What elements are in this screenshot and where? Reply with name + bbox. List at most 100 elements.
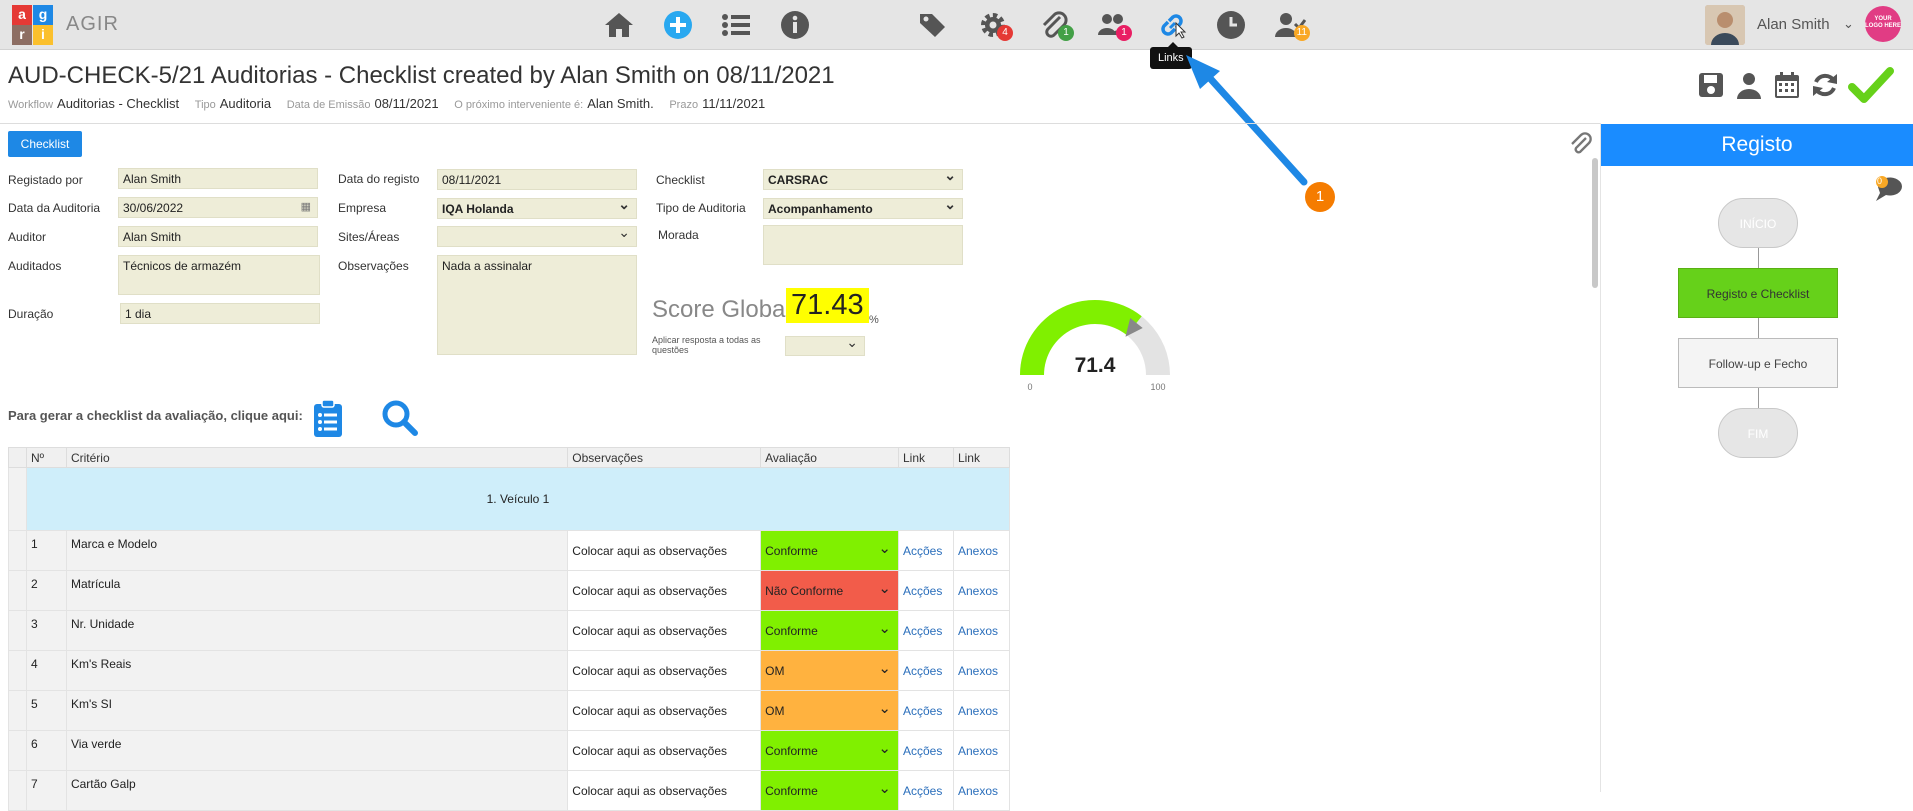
- row-number: 3: [25, 610, 67, 651]
- col-num: Nº: [25, 447, 67, 468]
- row-avaliacao-select[interactable]: OM: [760, 690, 899, 731]
- table-header-row: Nº Critério Observações Avaliação Link L…: [8, 447, 1011, 468]
- row-observacoes[interactable]: Colocar aqui as observações: [567, 570, 762, 611]
- workflow-node-registo[interactable]: Registo e Checklist: [1678, 268, 1838, 318]
- comments-count: 0: [1877, 176, 1883, 186]
- row-observacoes[interactable]: Colocar aqui as observações: [567, 610, 762, 651]
- row-link-anexos[interactable]: Anexos: [952, 530, 1011, 571]
- score-unit: %: [869, 314, 879, 326]
- label-empresa: Empresa: [338, 201, 387, 215]
- table-row: 6 Via verde Colocar aqui as observações Con…: [8, 730, 1011, 771]
- workflow-connector: [1758, 248, 1759, 268]
- checklist-table: Nº Critério Observações Avaliação Link L…: [8, 447, 1011, 811]
- auditor-field[interactable]: Alan Smith: [118, 226, 318, 247]
- row-link-anexos[interactable]: Anexos: [952, 770, 1011, 811]
- meta-label: Data de Emissão: [286, 99, 371, 111]
- row-spacer: [8, 730, 27, 771]
- generate-checklist-label: Para gerar a checklist da avaliação, cli…: [8, 408, 303, 423]
- registado-por-field[interactable]: Alan Smith: [118, 168, 318, 189]
- list-icon[interactable]: [718, 7, 754, 43]
- row-observacoes[interactable]: Colocar aqui as observações: [567, 770, 762, 811]
- table-row: 1 Marca e Modelo Colocar aqui as observaçõ…: [8, 530, 1011, 571]
- label-data-registo: Data do registo: [338, 172, 420, 186]
- refresh-icon[interactable]: [1809, 68, 1841, 102]
- row-avaliacao-select[interactable]: Conforme: [760, 730, 899, 771]
- row-criterio: Km's SI: [65, 690, 569, 731]
- meta-value: 08/11/2021: [374, 96, 439, 111]
- observacoes-field[interactable]: Nada a assinalar: [437, 255, 637, 355]
- info-icon[interactable]: [777, 7, 813, 43]
- workflow-panel-title: Registo: [1601, 124, 1913, 166]
- row-spacer: [8, 770, 27, 811]
- row-avaliacao-select[interactable]: Conforme: [760, 770, 899, 811]
- row-link-anexos[interactable]: Anexos: [952, 690, 1011, 731]
- search-icon[interactable]: [380, 398, 420, 438]
- attachments-icon[interactable]: 1: [1036, 7, 1074, 43]
- gauge-max: 100: [1150, 382, 1165, 392]
- paperclip-icon[interactable]: [1568, 132, 1594, 158]
- divider: [1600, 123, 1601, 792]
- row-observacoes[interactable]: Colocar aqui as observações: [567, 650, 762, 691]
- tags-icon[interactable]: [915, 7, 951, 43]
- duracao-field[interactable]: 1 dia: [120, 303, 320, 324]
- calendar-icon[interactable]: [1771, 68, 1803, 102]
- row-number: 7: [25, 770, 67, 811]
- app-logo[interactable]: a g i r: [12, 5, 58, 45]
- avatar: [1705, 5, 1745, 45]
- data-registo-field[interactable]: 08/11/2021: [437, 169, 637, 190]
- clock-icon[interactable]: [1213, 7, 1249, 43]
- row-avaliacao-select[interactable]: Conforme: [760, 530, 899, 571]
- row-link-anexos[interactable]: Anexos: [952, 610, 1011, 651]
- row-link-accoes[interactable]: Acções: [897, 690, 954, 731]
- comments-icon[interactable]: 0: [1874, 175, 1906, 205]
- row-link-accoes[interactable]: Acções: [897, 770, 954, 811]
- links-icon[interactable]: [1154, 7, 1190, 43]
- row-observacoes[interactable]: Colocar aqui as observações: [567, 690, 762, 731]
- settings-icon[interactable]: 4: [975, 7, 1013, 43]
- empresa-select[interactable]: IQA Holanda: [437, 196, 637, 219]
- add-icon[interactable]: [660, 7, 696, 43]
- tipo-auditoria-select[interactable]: Acompanhamento: [763, 196, 963, 219]
- row-link-accoes[interactable]: Acções: [897, 610, 954, 651]
- page-title: AUD-CHECK-5/21 Auditorias - Checklist cr…: [8, 62, 835, 89]
- auditados-field[interactable]: Técnicos de armazém: [118, 255, 320, 295]
- row-link-accoes[interactable]: Acções: [897, 650, 954, 691]
- morada-field[interactable]: [763, 225, 963, 265]
- score-gauge: 71.4 0 100: [1020, 299, 1170, 392]
- sites-select[interactable]: [437, 224, 637, 247]
- settings-badge: 4: [997, 25, 1013, 41]
- workflow-node-start[interactable]: INÍCIO: [1718, 198, 1798, 248]
- row-link-anexos[interactable]: Anexos: [952, 730, 1011, 771]
- row-link-accoes[interactable]: Acções: [897, 570, 954, 611]
- row-link-accoes[interactable]: Acções: [897, 530, 954, 571]
- row-avaliacao-select[interactable]: OM: [760, 650, 899, 691]
- apply-all-select[interactable]: [785, 334, 865, 356]
- row-avaliacao-select[interactable]: Conforme: [760, 610, 899, 651]
- workflow-node-end[interactable]: FIM: [1718, 408, 1798, 458]
- row-spacer: [8, 530, 27, 571]
- data-auditoria-field[interactable]: 30/06/2022: [118, 197, 318, 218]
- checklist-select[interactable]: CARSRAC: [763, 167, 963, 190]
- row-link-accoes[interactable]: Acções: [897, 730, 954, 771]
- action-bar: [1695, 67, 1895, 103]
- row-link-anexos[interactable]: Anexos: [952, 650, 1011, 691]
- assign-user-icon[interactable]: [1733, 68, 1765, 102]
- home-icon[interactable]: [601, 7, 637, 43]
- user-menu[interactable]: Alan Smith ⌄ YOUR LOGO HERE: [1705, 4, 1905, 46]
- clipboard-list-icon[interactable]: [308, 398, 348, 438]
- row-observacoes[interactable]: Colocar aqui as observações: [567, 730, 762, 771]
- row-observacoes[interactable]: Colocar aqui as observações: [567, 530, 762, 571]
- save-icon[interactable]: [1695, 68, 1727, 102]
- workflow-node-followup[interactable]: Follow-up e Fecho: [1678, 338, 1838, 388]
- user-check-icon[interactable]: 11: [1272, 7, 1310, 43]
- apply-all-label: Aplicar resposta a todas as questões: [652, 335, 761, 355]
- tab-checklist[interactable]: Checklist: [8, 131, 82, 157]
- score-value: 71.43: [786, 288, 869, 323]
- scrollbar[interactable]: [1592, 158, 1598, 288]
- row-link-anexos[interactable]: Anexos: [952, 570, 1011, 611]
- label-auditor: Auditor: [8, 230, 47, 244]
- confirm-check-icon[interactable]: [1847, 67, 1895, 103]
- gauge-min: 0: [1027, 382, 1032, 392]
- users-icon[interactable]: 1: [1094, 7, 1132, 43]
- row-avaliacao-select[interactable]: Não Conforme: [760, 570, 899, 611]
